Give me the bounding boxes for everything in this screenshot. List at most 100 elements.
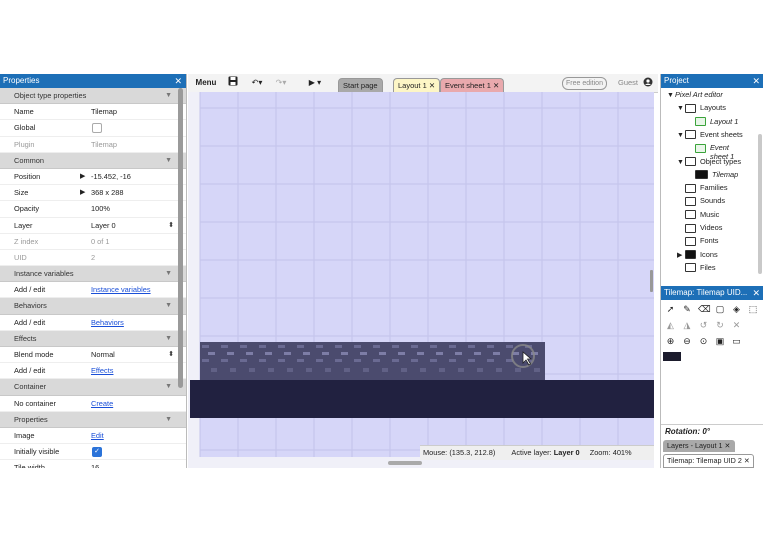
rotate-ccw-icon[interactable]: ↺ xyxy=(698,320,709,331)
project-tree-item[interactable]: ▼ Object types xyxy=(677,157,741,167)
expand-icon[interactable]: ▶ xyxy=(80,169,85,184)
project-tree-item[interactable]: Layout 1 xyxy=(687,117,738,127)
play-icon[interactable]: ▶ ▾ xyxy=(306,76,324,90)
flip-horizontal-icon[interactable]: ◭ xyxy=(665,320,676,331)
property-category[interactable]: Object type properties ▼ xyxy=(0,88,186,105)
rectangle-icon[interactable]: ▢ xyxy=(715,304,726,315)
expand-toggle-icon[interactable]: ▼ xyxy=(677,159,685,166)
project-scrollbar[interactable] xyxy=(758,134,762,274)
expand-toggle-icon[interactable]: ▼ xyxy=(677,132,685,139)
select-arrow-icon[interactable]: ⬍ xyxy=(168,218,174,233)
save-icon[interactable] xyxy=(226,76,240,90)
zoom-reset-icon[interactable]: ⊙ xyxy=(698,336,709,347)
project-tree-item[interactable]: Music xyxy=(677,210,719,220)
property-category[interactable]: Effects ▼ xyxy=(0,330,186,347)
save-icon[interactable]: ▣ xyxy=(715,336,726,347)
select-arrow-icon[interactable]: ⬍ xyxy=(168,347,174,362)
tab-event-sheet-1[interactable]: Event sheet 1 ✕ xyxy=(440,78,505,92)
tile-pixel xyxy=(265,352,272,355)
property-link[interactable]: Create xyxy=(91,396,113,411)
property-value[interactable]: Tilemap xyxy=(91,104,117,119)
folder-icon xyxy=(685,103,696,113)
eraser-icon[interactable]: ⌫ xyxy=(698,304,711,315)
property-checkbox[interactable]: ✓ xyxy=(92,447,102,458)
project-tree-item[interactable]: Sounds xyxy=(677,196,725,206)
layout-view[interactable] xyxy=(188,92,654,468)
project-tree-item[interactable]: Videos xyxy=(677,223,722,233)
tab-layout-1[interactable]: Layout 1 ✕ xyxy=(393,78,441,92)
collapse-icon[interactable]: ▼ xyxy=(165,331,172,346)
property-value: 0 of 1 xyxy=(91,236,110,246)
property-link[interactable]: Effects xyxy=(91,363,113,378)
project-tree-item[interactable]: Families xyxy=(677,183,728,193)
collapse-icon[interactable]: ▼ xyxy=(165,88,172,103)
close-icon[interactable]: ✕ xyxy=(752,74,760,88)
property-link[interactable]: Edit xyxy=(91,428,104,443)
close-icon[interactable]: ✕ xyxy=(752,286,760,300)
property-label: UID xyxy=(14,252,27,262)
zoom-in-icon[interactable]: ⊕ xyxy=(665,336,676,347)
pencil-icon[interactable]: ✎ xyxy=(682,304,693,315)
tab-tilemap[interactable]: Tilemap: Tilemap UID 2 ✕ xyxy=(663,454,754,468)
collapse-icon[interactable]: ▼ xyxy=(165,153,172,168)
tile-pixel xyxy=(474,352,481,355)
close-icon[interactable]: ✕ xyxy=(429,81,435,90)
property-value[interactable]: -15.452, -16 xyxy=(91,169,131,184)
property-link[interactable]: Instance variables xyxy=(91,282,151,297)
property-category[interactable]: Container ▼ xyxy=(0,379,186,396)
property-select[interactable]: Layer 0 xyxy=(91,218,116,233)
properties-scrollbar[interactable] xyxy=(178,88,183,388)
property-category[interactable]: Properties ▼ xyxy=(0,411,186,428)
property-checkbox[interactable] xyxy=(92,123,102,134)
expand-icon[interactable]: ▶ xyxy=(80,185,85,200)
close-icon[interactable]: ✕ xyxy=(174,74,182,88)
property-value: Tilemap xyxy=(91,139,118,149)
fill-icon[interactable]: ◈ xyxy=(731,304,742,315)
property-category[interactable]: Instance variables ▼ xyxy=(0,266,186,283)
flip-vertical-icon[interactable]: ◮ xyxy=(682,320,693,331)
user-avatar-icon[interactable] xyxy=(643,77,653,89)
property-value[interactable]: 368 x 288 xyxy=(91,185,123,200)
tile-select-icon[interactable]: ⬚ xyxy=(748,304,759,315)
layout-canvas[interactable] xyxy=(188,92,654,468)
pointer-icon[interactable]: ➚ xyxy=(665,304,676,315)
menu-button[interactable]: Menu xyxy=(192,76,220,90)
project-tree-item[interactable]: Files xyxy=(677,263,716,273)
properties-panel: Properties ✕ Object type properties ▼ Name… xyxy=(0,74,187,468)
project-tree-item[interactable]: Fonts xyxy=(677,236,718,246)
layout-status-bar: Mouse: (135.3, 212.8) Active layer: Laye… xyxy=(420,445,654,460)
property-link[interactable]: Behaviors xyxy=(91,315,124,330)
divider xyxy=(661,424,763,425)
collapse-icon[interactable]: ▼ xyxy=(165,412,172,427)
zoom-out-icon[interactable]: ⊖ xyxy=(682,336,693,347)
project-tree-item[interactable]: ▼ Layouts xyxy=(677,103,726,113)
rotate-cw-icon[interactable]: ↻ xyxy=(715,320,726,331)
close-icon[interactable]: ✕ xyxy=(725,441,731,450)
collapse-icon[interactable]: ▼ xyxy=(165,379,172,394)
project-tree-item[interactable]: ▼ Event sheets xyxy=(677,130,743,140)
property-value[interactable]: 100% xyxy=(91,201,110,216)
open-icon[interactable]: ▭ xyxy=(731,336,742,347)
redo-icon[interactable]: ↷▾ xyxy=(272,76,290,90)
tileset-preview[interactable] xyxy=(663,352,681,361)
close-icon[interactable]: ✕ xyxy=(493,81,499,90)
reset-icon[interactable]: ✕ xyxy=(731,320,742,331)
project-tree-item[interactable]: Tilemap xyxy=(687,170,738,180)
collapse-icon[interactable]: ▼ xyxy=(165,266,172,281)
undo-icon[interactable]: ↶▾ xyxy=(248,76,266,90)
close-icon[interactable]: ✕ xyxy=(744,456,750,465)
expand-toggle-icon[interactable]: ▶ xyxy=(677,251,685,259)
project-tree-item[interactable]: ▼Pixel Art editor xyxy=(667,90,723,99)
tab-start-page[interactable]: Start page xyxy=(338,78,383,92)
tile-pixel xyxy=(303,352,310,355)
property-select[interactable]: Normal xyxy=(91,347,115,362)
tab-layers[interactable]: Layers - Layout 1 ✕ xyxy=(663,440,735,452)
expand-toggle-icon[interactable]: ▼ xyxy=(667,92,675,99)
property-category[interactable]: Common ▼ xyxy=(0,152,186,169)
expand-toggle-icon[interactable]: ▼ xyxy=(677,105,685,112)
property-label: Add / edit xyxy=(14,317,46,327)
property-category[interactable]: Behaviors ▼ xyxy=(0,298,186,315)
project-tree-item[interactable]: ▶ Icons xyxy=(677,250,718,260)
collapse-icon[interactable]: ▼ xyxy=(165,298,172,313)
property-value[interactable]: 16 xyxy=(91,460,99,468)
